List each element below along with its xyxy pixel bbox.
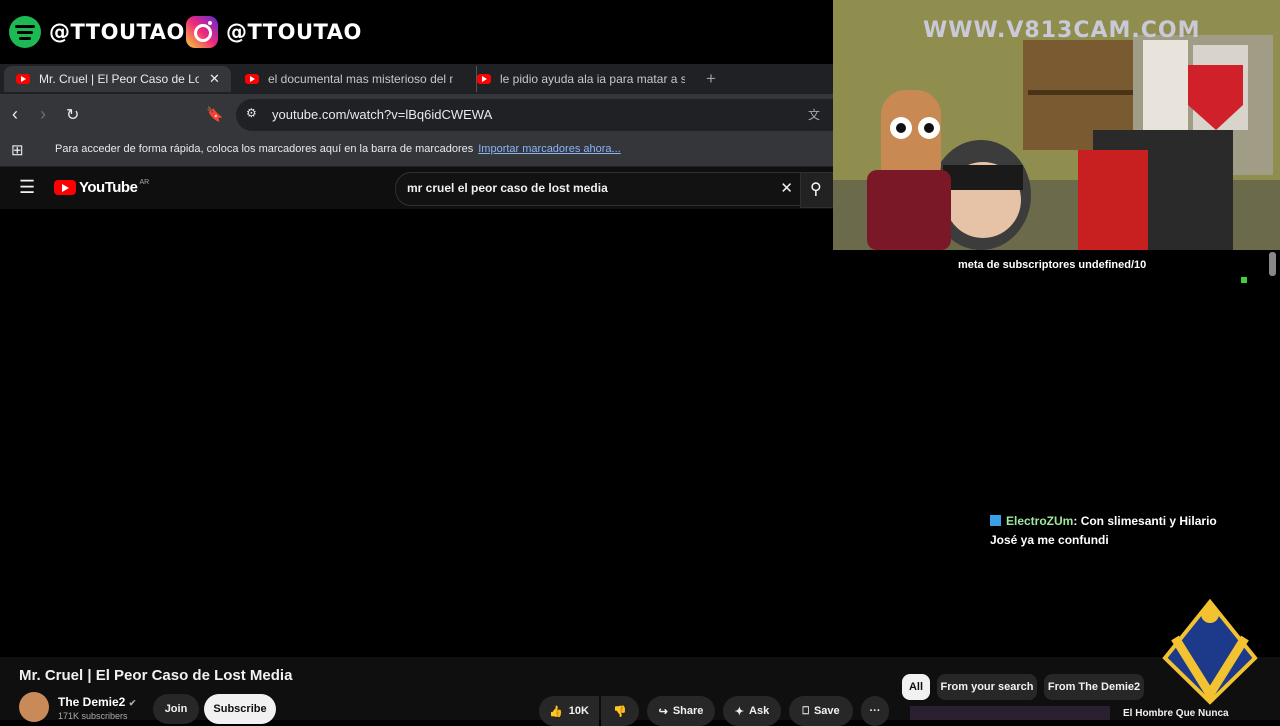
youtube-logo[interactable]: YouTube AR (54, 179, 149, 196)
save-button[interactable]: ⎕ Save (789, 696, 853, 726)
browser-tab-bar: Mr. Cruel | El Peor Caso de Lost M ✕ el … (0, 64, 833, 94)
dislike-button[interactable]: 👎 (601, 696, 639, 726)
chat-username: ElectroZUm (1006, 514, 1074, 528)
like-button[interactable]: 👍 10K (539, 696, 599, 726)
logo-text: YouTube (79, 179, 138, 196)
clear-search-icon[interactable]: ✕ (780, 179, 793, 197)
status-indicator (1241, 277, 1247, 283)
channel-name[interactable]: The Demie2 ✔ (58, 695, 136, 709)
new-tab-button[interactable]: + (706, 66, 716, 92)
instagram-icon (186, 16, 218, 48)
forward-icon[interactable]: › (40, 104, 46, 125)
thumbs-up-icon: 👍 (549, 705, 563, 718)
save-icon: ⎕ (802, 704, 809, 717)
translate-icon[interactable]: 文 (808, 106, 820, 123)
hamburger-menu-icon[interactable]: ☰ (19, 177, 35, 198)
like-count: 10K (568, 705, 589, 717)
channel-emblem-logo (1162, 598, 1258, 705)
share-button[interactable]: ↪ Share (647, 696, 715, 726)
video-title: Mr. Cruel | El Peor Caso de Lost Media (19, 667, 293, 684)
chip-from-channel[interactable]: From The Demie2 (1044, 674, 1144, 700)
channel-name-text: The Demie2 (58, 695, 126, 709)
verified-icon: ✔ (128, 698, 137, 708)
tab-documental[interactable]: el documental mas misterioso del m (245, 66, 460, 92)
omnibox[interactable]: ⚙ youtube.com/watch?v=lBq6idCWEWA 文 (236, 99, 833, 131)
site-settings-icon[interactable]: ⚙ (246, 106, 257, 120)
recommended-title[interactable]: El Hombre Que Nunca (1123, 708, 1229, 719)
spotify-handle-text: @TTOUTAO (49, 20, 185, 44)
thumbs-down-icon: 👎 (613, 705, 627, 718)
save-label: Save (813, 705, 840, 717)
bookmarks-hint-text: Para acceder de forma rápida, coloca los… (55, 143, 474, 155)
tab-title: Mr. Cruel | El Peor Caso de Lost M (39, 72, 199, 86)
more-actions-button[interactable]: ··· (861, 696, 889, 726)
bookmarks-bar: ⊞ Para acceder de forma rápida, coloca l… (0, 136, 833, 167)
search-icon: ⚲ (810, 181, 822, 198)
chip-from-search[interactable]: From your search (937, 674, 1037, 700)
logo-region: AR (139, 179, 150, 186)
url-text[interactable]: youtube.com/watch?v=lBq6idCWEWA (272, 107, 492, 122)
youtube-favicon-icon (245, 74, 259, 84)
search-input[interactable]: mr cruel el peor caso de lost media ✕ (395, 172, 802, 206)
share-icon: ↪ (658, 705, 668, 718)
tab-mr-cruel[interactable]: Mr. Cruel | El Peor Caso de Lost M ✕ (4, 66, 231, 92)
scrollbar-thumb[interactable] (1269, 252, 1276, 276)
instagram-handle: @TTOUTAO (186, 16, 362, 48)
chat-badge-icon (990, 515, 1001, 526)
ask-button[interactable]: ✦ Ask (723, 696, 781, 726)
spotify-icon (9, 16, 41, 48)
tab-title: le pidio ayuda ala ia para matar a su (500, 72, 685, 86)
instagram-handle-text: @TTOUTAO (226, 20, 362, 44)
webcam-watermark: WWW.V813CAM.COM (923, 18, 1201, 43)
sparkle-icon: ✦ (734, 705, 745, 718)
reload-icon[interactable]: ↻ (66, 105, 79, 125)
bookmark-icon[interactable]: 🔖 (206, 106, 223, 123)
stream-overlay-bar: @TTOUTAO @TTOUTAO (0, 0, 833, 64)
back-icon[interactable]: ‹ (12, 104, 18, 125)
ask-label: Ask (749, 705, 770, 717)
youtube-play-icon (54, 180, 76, 195)
close-tab-icon[interactable]: ✕ (209, 71, 220, 87)
subscriber-goal-text: meta de subscriptores undefined/10 (958, 259, 1147, 271)
channel-avatar[interactable] (19, 692, 49, 722)
import-bookmarks-link[interactable]: Importar marcadores ahora... (478, 143, 620, 155)
youtube-favicon-icon (16, 74, 30, 84)
chat-message: ElectroZUm: Con slimesanti y Hilario Jos… (990, 512, 1240, 550)
search-button[interactable]: ⚲ (800, 172, 835, 208)
spotify-handle: @TTOUTAO (9, 16, 185, 48)
tab-title: el documental mas misterioso del m (268, 72, 453, 86)
tab-ia[interactable]: le pidio ayuda ala ia para matar a su (476, 66, 692, 92)
apps-grid-icon[interactable]: ⊞ (11, 141, 24, 159)
recommended-thumbnail[interactable] (910, 706, 1110, 720)
address-bar-row: ‹ › ↻ 🔖 ⚙ youtube.com/watch?v=lBq6idCWEW… (0, 94, 833, 136)
webcam-feed: WWW.V813CAM.COM (833, 0, 1280, 250)
chip-all[interactable]: All (902, 674, 930, 700)
bookmarks-hint: Para acceder de forma rápida, coloca los… (55, 143, 621, 155)
search-query-text[interactable]: mr cruel el peor caso de lost media (407, 181, 608, 195)
youtube-header: ☰ YouTube AR mr cruel el peor caso de lo… (0, 167, 835, 209)
share-label: Share (672, 705, 704, 717)
youtube-favicon-icon (477, 74, 491, 84)
